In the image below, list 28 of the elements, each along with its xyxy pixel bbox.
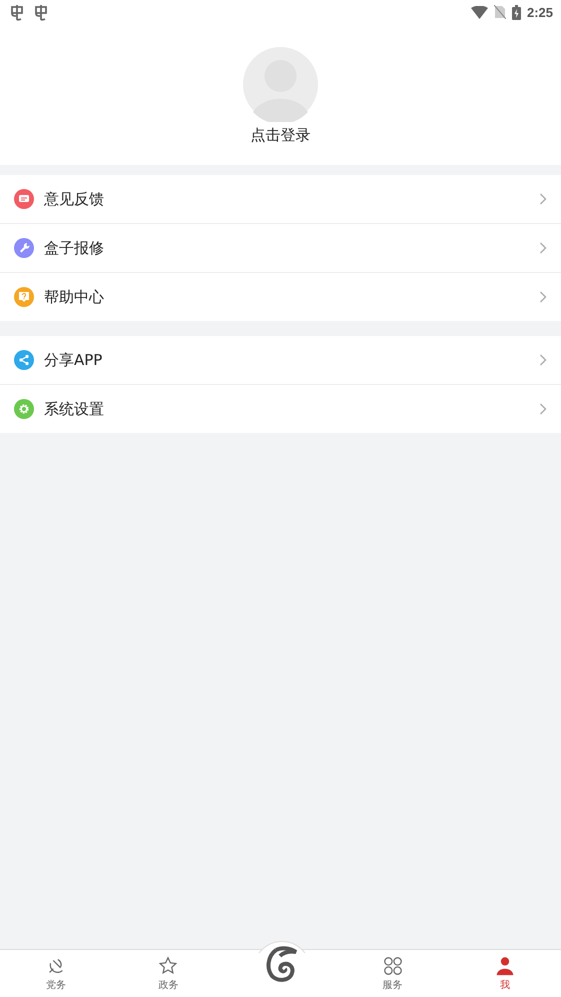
no-sim-icon	[494, 5, 506, 19]
chevron-icon	[539, 354, 547, 366]
menu-label: 意见反馈	[44, 190, 105, 208]
menu-label: 分享APP	[44, 350, 104, 370]
chevron-icon	[539, 403, 547, 415]
menu-item[interactable]: 系统设置	[0, 385, 561, 433]
notification-icon	[8, 3, 26, 21]
login-link[interactable]: 点击登录	[250, 126, 310, 145]
status-time: 2:25	[526, 4, 553, 20]
menu-label: 系统设置	[44, 400, 105, 418]
nav-tab[interactable]: 政务	[112, 950, 224, 997]
notification-icon	[32, 3, 50, 21]
chevron-icon	[539, 242, 547, 254]
menu-label: 帮助中心	[44, 288, 105, 306]
wifi-icon	[470, 6, 488, 18]
menu-item[interactable]: 分享APP	[0, 336, 561, 385]
grid-icon	[382, 955, 404, 977]
menu-item[interactable]: 帮助中心	[0, 273, 561, 321]
logo-icon	[264, 946, 298, 982]
battery-icon	[512, 4, 521, 20]
chevron-icon	[539, 291, 547, 303]
menu-label: 盒子报修	[44, 238, 105, 258]
menu-item[interactable]: 意见反馈	[0, 175, 561, 224]
chevron-icon	[539, 193, 547, 205]
nav-tab[interactable]: 服务	[336, 950, 449, 997]
nav-tab[interactable]: 党务	[0, 950, 112, 997]
nav-tab[interactable]: 我	[448, 950, 561, 997]
menu-item[interactable]: 盒子报修	[0, 224, 561, 273]
